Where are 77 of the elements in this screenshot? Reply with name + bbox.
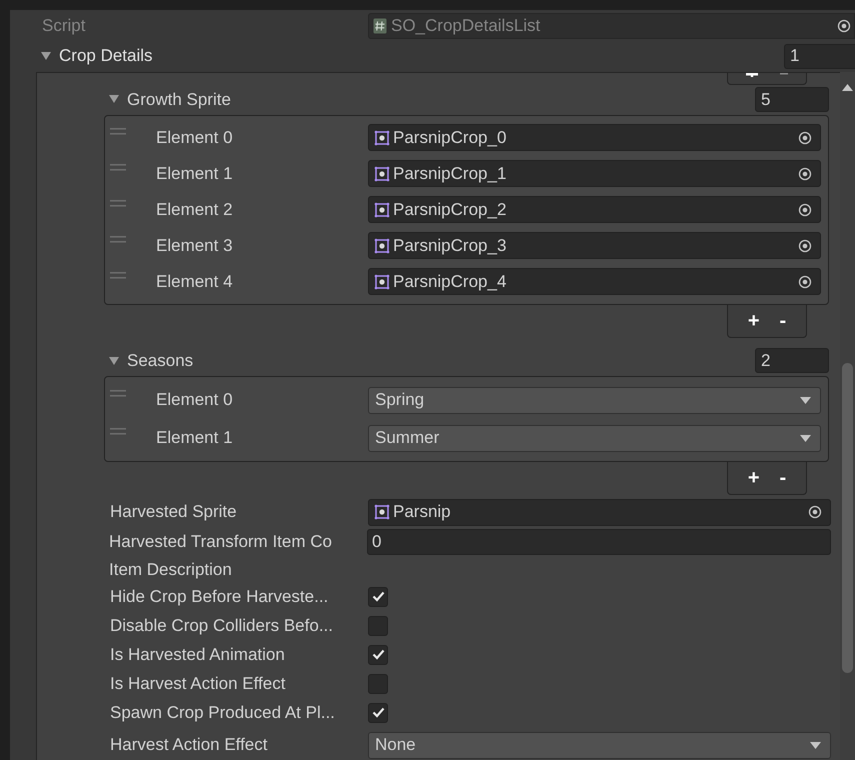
element-label: Element 3 (156, 235, 234, 258)
property-label: Is Harvest Action Effect (110, 672, 286, 695)
checkmark-icon (372, 707, 384, 718)
sprite-icon (374, 504, 390, 520)
list-label: Seasons (127, 350, 194, 372)
array-label: Crop Details (59, 45, 153, 68)
element-label: Element 0 (156, 389, 234, 412)
checkmark-icon (372, 649, 384, 660)
element-label: Element 2 (156, 199, 234, 222)
drag-handle-icon[interactable] (110, 236, 126, 244)
object-field[interactable]: ParsnipCrop_4 (368, 268, 821, 296)
dropdown-caret-icon (800, 434, 811, 442)
enum-dropdown[interactable]: None (368, 732, 831, 758)
drag-handle-icon[interactable] (110, 200, 126, 208)
checkmark-icon (372, 591, 384, 602)
object-field[interactable]: ParsnipCrop_1 (368, 160, 821, 188)
object-picker-icon[interactable] (798, 274, 812, 289)
drag-handle-icon[interactable] (110, 164, 126, 172)
element-label: Element 0 (156, 127, 234, 150)
scrollbar[interactable] (840, 72, 855, 760)
object-field[interactable]: ParsnipCrop_2 (368, 196, 821, 224)
drag-handle-icon[interactable] (110, 428, 126, 436)
checkbox[interactable] (368, 616, 388, 636)
list-label: Growth Sprite (127, 88, 231, 111)
add-element-button[interactable]: + (748, 310, 760, 331)
array-size-field[interactable]: 1 (784, 44, 855, 68)
sprite-icon (374, 202, 390, 218)
object-picker-icon[interactable] (798, 202, 812, 217)
minus-icon[interactable] (780, 73, 788, 75)
object-field[interactable]: ParsnipCrop_0 (368, 124, 821, 152)
checkbox[interactable] (368, 644, 388, 664)
element-label: Element 1 (156, 427, 234, 450)
script-file-icon (373, 18, 387, 34)
sprite-icon (374, 130, 390, 146)
plus-icon[interactable] (746, 73, 758, 77)
object-field[interactable]: ParsnipCrop_3 (368, 232, 821, 260)
scrollbar-thumb[interactable] (842, 363, 853, 673)
property-label: Harvested Transform Item Co (109, 531, 333, 554)
drag-handle-icon[interactable] (110, 272, 126, 280)
object-field[interactable]: Parsnip (368, 498, 831, 526)
remove-element-button[interactable]: - (780, 310, 786, 331)
property-label: Hide Crop Before Harveste... (110, 586, 330, 608)
object-picker-icon[interactable] (798, 130, 812, 145)
drag-handle-icon[interactable] (110, 128, 126, 136)
script-field: SO_CropDetailsList (368, 13, 855, 39)
checkbox[interactable] (368, 674, 388, 694)
add-element-button[interactable]: + (748, 468, 760, 488)
element-label: Element 4 (156, 271, 234, 294)
property-label: Disable Crop Colliders Befo... (110, 614, 334, 637)
season-dropdown[interactable]: Summer (368, 424, 821, 452)
property-label: Harvest Action Effect (110, 734, 268, 756)
property-label: Item Description (109, 558, 233, 581)
scroll-up-icon[interactable] (842, 84, 853, 91)
object-picker-icon[interactable] (808, 505, 822, 519)
number-field[interactable]: 0 (367, 529, 831, 555)
sprite-icon (374, 274, 390, 290)
foldout-arrow-icon[interactable] (108, 354, 120, 366)
foldout-arrow-icon[interactable] (40, 50, 52, 62)
foldout-arrow-icon[interactable] (108, 93, 120, 106)
dropdown-caret-icon (810, 742, 821, 748)
list-size-field[interactable]: 2 (755, 348, 829, 373)
dropdown-caret-icon (800, 396, 811, 404)
list-size-field[interactable]: 5 (755, 86, 829, 112)
checkbox[interactable] (368, 702, 388, 722)
property-label: Is Harvested Animation (110, 644, 286, 666)
checkbox[interactable] (368, 586, 388, 606)
season-dropdown[interactable]: Spring (368, 386, 821, 414)
sprite-icon (374, 166, 390, 182)
property-label: Harvested Sprite (110, 501, 238, 524)
drag-handle-icon[interactable] (110, 390, 126, 398)
object-picker-icon[interactable] (798, 238, 812, 253)
remove-element-button[interactable]: - (780, 468, 786, 488)
object-picker-icon[interactable] (798, 166, 812, 181)
element-label: Element 1 (156, 163, 234, 186)
property-label: Spawn Crop Produced At Pl... (110, 702, 336, 724)
script-label: Script (42, 15, 86, 38)
sprite-icon (374, 238, 390, 254)
